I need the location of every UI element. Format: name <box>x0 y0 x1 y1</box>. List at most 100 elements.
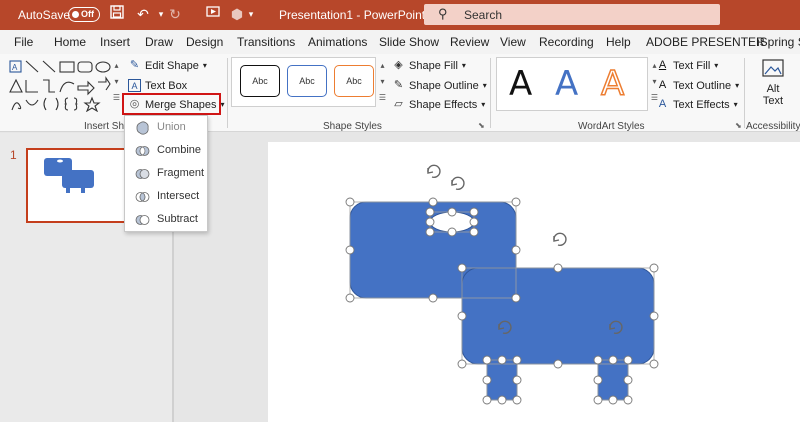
menu-item-union[interactable]: Union <box>125 117 207 139</box>
merge-shapes-menu: Union Combine Fragment Intersect Subtrac… <box>124 115 208 232</box>
shape-effects-icon: ▱ <box>394 98 403 110</box>
text-effects-icon: A <box>658 98 667 110</box>
subtract-icon <box>135 215 150 225</box>
autosave-toggle[interactable]: Off <box>68 7 100 22</box>
edit-shape-button[interactable]: ✎ Edit Shape ▾ <box>128 59 207 72</box>
chevron-down-icon: ▾ <box>735 81 740 90</box>
tab-view[interactable]: View <box>500 35 526 49</box>
tab-animations[interactable]: Animations <box>308 35 367 49</box>
wordart-style-orange[interactable]: A <box>600 63 625 105</box>
chevron-down-icon: ▾ <box>481 100 486 109</box>
wordart-style-black[interactable]: A <box>509 64 532 104</box>
group-separator <box>227 58 228 128</box>
shape-outline-label: Shape Outline <box>409 79 479 92</box>
leg-shape-2[interactable] <box>597 359 629 401</box>
undo-icon[interactable]: ↶ <box>134 5 152 23</box>
text-box-button[interactable]: A Text Box <box>128 79 187 92</box>
menu-item-intersect[interactable]: Intersect <box>125 186 207 208</box>
slide-number: 1 <box>10 148 17 162</box>
group-separator <box>744 58 745 128</box>
pen-icon: ✎ <box>393 79 404 91</box>
tab-recording[interactable]: Recording <box>539 35 594 49</box>
shapes-gallery-scroll[interactable]: ▴ ▾ ☰ <box>112 58 121 108</box>
alt-text-icon <box>762 59 784 77</box>
menu-item-combine[interactable]: Combine <box>125 140 207 162</box>
wordart-group-label: WordArt Styles <box>578 121 645 132</box>
slide-canvas[interactable] <box>268 142 800 422</box>
tab-file[interactable]: File <box>14 35 33 49</box>
shape-outline-button[interactable]: ✎ Shape Outline ▾ <box>392 79 487 92</box>
slide-shapes <box>345 164 659 405</box>
shape-styles-group-label: Shape Styles <box>323 121 382 132</box>
text-outline-button[interactable]: A Text Outline ▾ <box>656 79 739 92</box>
insert-shapes-group-label: Insert Sha <box>84 121 130 132</box>
tab-ispring[interactable]: iSpring S <box>757 35 800 49</box>
chevron-down-icon: ▾ <box>202 61 207 70</box>
wordart-style-blue[interactable]: A <box>555 64 578 104</box>
dialog-launcher-icon[interactable]: ⬊ <box>735 121 742 130</box>
toggle-state: Off <box>81 9 94 19</box>
alt-text-label-1: Alt <box>766 83 780 95</box>
shape-style-orange[interactable]: Abc <box>334 65 374 97</box>
svg-text:A: A <box>12 63 18 72</box>
text-fill-icon: A <box>658 59 667 71</box>
menu-item-subtract-label: Subtract <box>157 213 198 225</box>
text-box-icon: A <box>128 79 141 92</box>
shape-style-black[interactable]: Abc <box>240 65 280 97</box>
title-bar: AutoSave Off ↶ ▾ ↻ ⬢ ▾ Presentation1 - P… <box>0 0 800 30</box>
tab-draw[interactable]: Draw <box>145 35 173 49</box>
chevron-down-icon: ▾ <box>461 61 466 70</box>
tab-adobe-presenter[interactable]: ADOBE PRESENTER <box>646 35 765 49</box>
ribbon-tabs: File Home Insert Draw Design Transitions… <box>0 30 800 54</box>
accessibility-group-label: Accessibility <box>746 121 800 132</box>
tab-insert[interactable]: Insert <box>100 35 130 49</box>
save-icon[interactable] <box>108 5 126 23</box>
intersect-icon <box>135 192 150 202</box>
text-box-label: Text Box <box>145 79 188 92</box>
search-placeholder: Search <box>464 8 503 22</box>
union-icon <box>136 121 149 135</box>
rounded-rectangle-2[interactable] <box>461 267 655 365</box>
chevron-down-icon: ▾ <box>220 100 225 109</box>
search-box[interactable]: ⚲ Search <box>424 4 720 25</box>
tab-slide-show[interactable]: Slide Show <box>379 35 439 49</box>
text-effects-button[interactable]: A Text Effects ▾ <box>656 98 738 111</box>
menu-item-union-label: Union <box>157 121 186 133</box>
text-fill-button[interactable]: A Text Fill ▾ <box>656 59 718 72</box>
shapes-gallery[interactable]: A <box>8 58 112 115</box>
shape-thumbnails[interactable]: A <box>8 58 112 113</box>
toggle-knob <box>72 11 79 18</box>
alt-text-button[interactable]: Alt Text <box>756 58 790 118</box>
shape-fill-button[interactable]: ◈ Shape Fill ▾ <box>392 59 466 72</box>
shape-style-blue[interactable]: Abc <box>287 65 327 97</box>
tab-review[interactable]: Review <box>450 35 489 49</box>
chevron-down-icon: ▾ <box>714 61 719 70</box>
shape-effects-label: Shape Effects <box>409 98 478 111</box>
dialog-launcher-icon[interactable]: ⬊ <box>478 121 485 130</box>
from-beginning-icon[interactable] <box>204 5 222 23</box>
shape-fill-label: Shape Fill <box>409 59 458 72</box>
menu-item-intersect-label: Intersect <box>157 190 200 202</box>
shape-effects-button[interactable]: ▱ Shape Effects ▾ <box>392 98 485 111</box>
text-effects-label: Text Effects <box>673 98 730 111</box>
leg-shape-1[interactable] <box>486 359 518 401</box>
fragment-icon <box>135 169 150 179</box>
text-outline-icon: A <box>658 79 667 91</box>
customize-qat-icon[interactable]: ▾ <box>242 5 260 23</box>
wordart-gallery[interactable]: A A A <box>496 57 648 111</box>
shape-styles-scroll[interactable]: ▴ ▾ ☰ <box>378 58 387 108</box>
menu-item-fragment[interactable]: Fragment <box>125 163 207 185</box>
chevron-down-icon: ▾ <box>733 100 738 109</box>
edit-shape-icon: ✎ <box>129 59 140 71</box>
menu-item-combine-label: Combine <box>157 144 202 156</box>
tab-home[interactable]: Home <box>54 35 86 49</box>
redo-icon[interactable]: ↻ <box>166 5 184 23</box>
tab-transitions[interactable]: Transitions <box>237 35 295 49</box>
text-fill-label: Text Fill <box>673 59 711 72</box>
merge-shapes-highlight <box>122 93 221 115</box>
edit-shape-label: Edit Shape <box>145 59 199 72</box>
tab-help[interactable]: Help <box>606 35 631 49</box>
menu-item-subtract[interactable]: Subtract <box>125 209 207 231</box>
tab-design[interactable]: Design <box>186 35 223 49</box>
text-outline-label: Text Outline <box>673 79 732 92</box>
